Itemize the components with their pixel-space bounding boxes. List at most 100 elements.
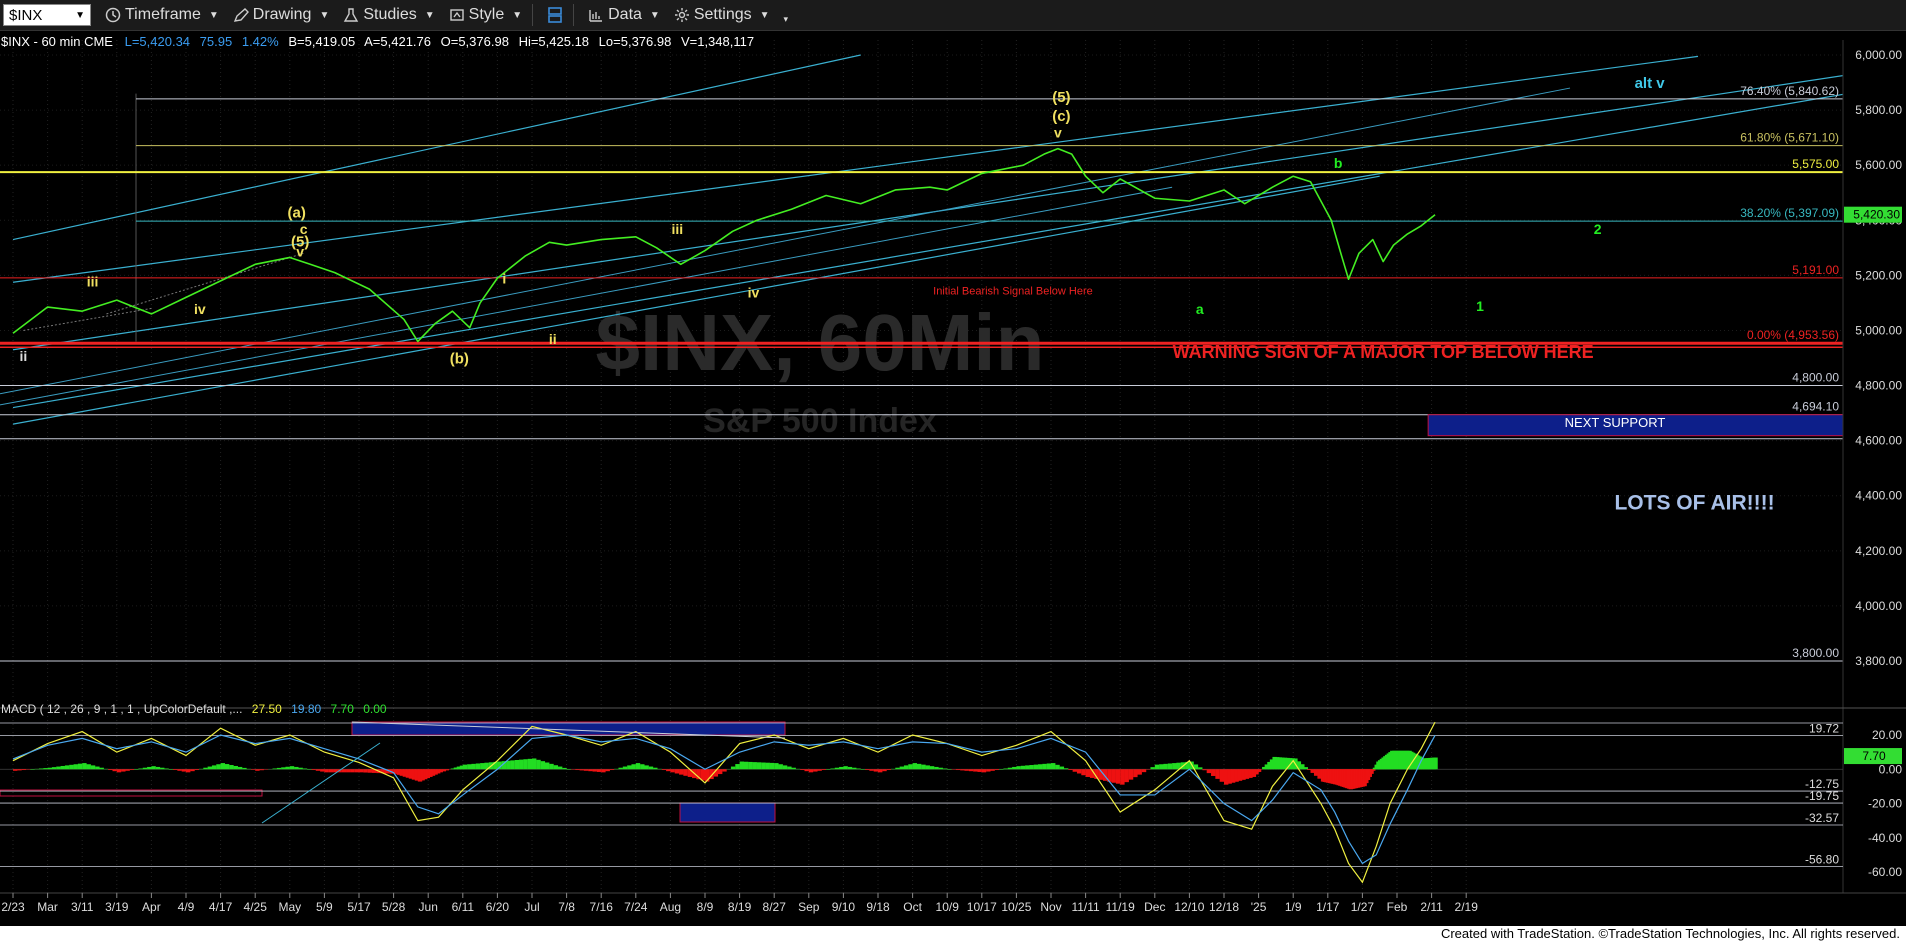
- macd-histogram-bar: [129, 769, 135, 771]
- chart-area[interactable]: $INX, 60Min S&P 500 Index $INX - 60 min …: [0, 31, 1906, 929]
- macd-histogram-bar: [1137, 769, 1142, 775]
- macd-histogram-bar: [125, 769, 130, 771]
- level-label: 3,800.00: [1792, 646, 1839, 660]
- macd-histogram-bar: [1124, 769, 1129, 783]
- macd-histogram-bar: [523, 759, 528, 770]
- macd-histogram-bar: [999, 769, 1004, 770]
- date-tick-label: Feb: [1387, 900, 1408, 914]
- macd-histogram-bar: [756, 762, 762, 770]
- macd-histogram-bar: [588, 769, 593, 772]
- studies-label: Studies: [363, 6, 417, 23]
- date-tick-label: 2/23: [1, 900, 25, 914]
- macd-histogram-bar: [717, 769, 723, 775]
- level-label: 5,575.00: [1792, 157, 1839, 171]
- macd-histogram-bar: [1042, 763, 1047, 770]
- date-tick-label: Jun: [419, 900, 438, 914]
- macd-histogram-bar: [1120, 769, 1125, 785]
- studies-menu[interactable]: Studies ▼: [343, 6, 435, 24]
- macd-histogram-bar: [307, 769, 312, 770]
- macd-histogram-bar: [934, 766, 939, 770]
- macd-histogram-bar: [1085, 769, 1090, 777]
- macd-value-3: 7.70: [331, 702, 355, 716]
- layout-button[interactable]: [547, 7, 563, 23]
- macd-histogram-bar: [233, 765, 238, 770]
- macd-histogram-bar: [925, 765, 930, 770]
- macd-histogram-bar: [821, 769, 827, 771]
- macd-histogram-bar: [13, 769, 18, 771]
- more-menu[interactable]: ▾: [784, 6, 789, 25]
- chevron-down-icon: ▼: [759, 9, 770, 21]
- macd-histogram-bar: [826, 769, 831, 770]
- macd-histogram-bar: [882, 769, 887, 772]
- date-tick-label: 1/27: [1351, 900, 1375, 914]
- chevron-down-icon: ▼: [75, 9, 85, 21]
- macd-histogram-bar: [986, 769, 991, 772]
- macd-histogram-bar: [1081, 769, 1086, 776]
- annotation: WARNING SIGN OF A MAJOR TOP BELOW HERE: [1173, 342, 1594, 362]
- wave-label: alt v: [1635, 75, 1666, 92]
- macd-histogram-bar: [1215, 769, 1220, 779]
- layout-icon: [548, 7, 562, 23]
- macd-histogram-bar: [817, 769, 822, 771]
- macd-histogram-bar: [147, 766, 152, 770]
- macd-histogram-bar: [190, 769, 195, 772]
- macd-histogram-bar: [1020, 765, 1026, 770]
- macd-histogram-bar: [250, 769, 256, 770]
- date-tick-label: 5/17: [347, 900, 371, 914]
- wave-label: v: [296, 244, 304, 260]
- macd-histogram-bar: [830, 768, 835, 770]
- macd-histogram-bar: [242, 767, 247, 770]
- macd-histogram-bar: [1172, 763, 1177, 770]
- macd-histogram-bar: [354, 769, 360, 773]
- date-tick-label: 2/11: [1420, 900, 1443, 914]
- macd-histogram-bar: [899, 766, 905, 770]
- data-label: Data: [608, 6, 642, 23]
- macd-histogram-bar: [527, 758, 533, 770]
- macd-histogram-bar: [229, 765, 234, 770]
- level-label: 61.80% (5,671.10): [1740, 131, 1839, 145]
- macd-histogram-bar: [834, 767, 840, 770]
- macd-histogram-bar: [1051, 763, 1056, 770]
- macd-histogram-bar: [346, 769, 351, 773]
- macd-histogram-bar: [86, 764, 91, 770]
- timeframe-label: Timeframe: [125, 6, 201, 23]
- header-last: L=5,420.34: [125, 34, 190, 49]
- macd-histogram-bar: [1003, 768, 1008, 770]
- macd-histogram-bar: [739, 761, 744, 770]
- macd-histogram-bar: [514, 760, 520, 770]
- macd-histogram-bar: [921, 764, 926, 770]
- macd-histogram-bar: [964, 769, 969, 771]
- macd-histogram-bar: [761, 762, 766, 770]
- date-tick-label: 12/10: [1174, 900, 1204, 914]
- date-tick-label: 5/28: [382, 900, 406, 914]
- macd-histogram-bar: [990, 769, 995, 771]
- settings-menu[interactable]: Settings ▼: [674, 6, 770, 24]
- date-tick-label: Aug: [660, 900, 681, 914]
- macd-histogram-bar: [138, 768, 143, 770]
- macd-histogram-bar: [549, 763, 554, 770]
- header-info: $INX - 60 min CME L=5,420.34 75.95 1.42%…: [1, 34, 754, 49]
- wave-label: i: [502, 271, 506, 287]
- level-label: 0.00% (4,953.56): [1747, 328, 1839, 342]
- price-tick-label: 5,800.00: [1855, 103, 1902, 117]
- symbol-selector[interactable]: $INX ▼: [3, 4, 91, 26]
- macd-histogram-bar: [878, 769, 883, 773]
- macd-histogram-bar: [173, 769, 178, 771]
- macd-histogram-bar: [557, 766, 563, 770]
- macd-histogram-bar: [903, 765, 909, 770]
- macd-histogram-bar: [69, 764, 74, 770]
- macd-level-label: 19.72: [1809, 721, 1839, 735]
- macd-histogram-bar: [1150, 767, 1155, 770]
- macd-histogram-bar: [873, 769, 879, 772]
- style-menu[interactable]: Style ▼: [449, 6, 522, 24]
- drawing-menu[interactable]: Drawing ▼: [233, 6, 329, 24]
- date-tick-label: 6/11: [452, 900, 475, 914]
- date-tick-label: 9/10: [832, 900, 856, 914]
- timeframe-menu[interactable]: Timeframe ▼: [105, 6, 219, 24]
- macd-histogram-bar: [778, 764, 783, 770]
- date-tick-label: 4/17: [209, 900, 233, 914]
- date-tick-label: Nov: [1040, 900, 1061, 914]
- price-chart-svg[interactable]: $INX, 60Min S&P 500 Index $INX - 60 min …: [0, 31, 1906, 929]
- data-menu[interactable]: Data ▼: [588, 6, 660, 24]
- macd-histogram-bar: [73, 764, 78, 770]
